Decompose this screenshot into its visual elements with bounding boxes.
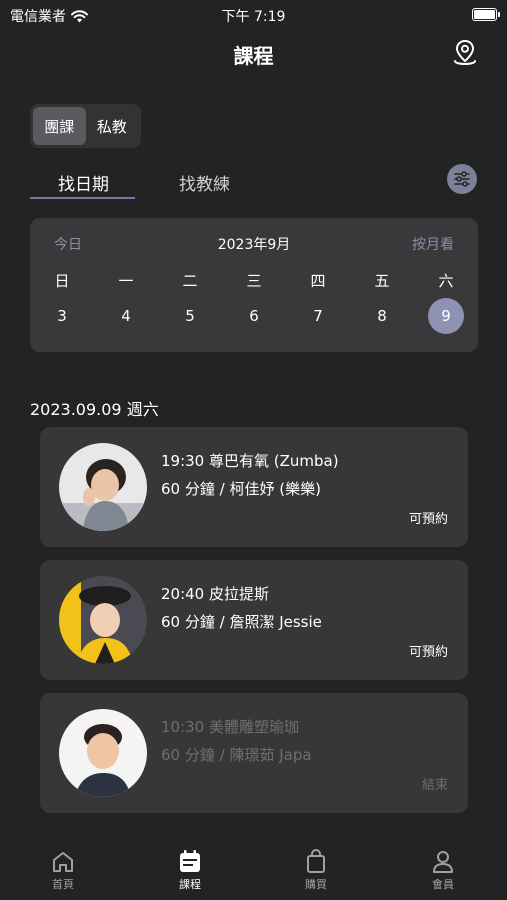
class-duration-coach: 60 分鐘 / 詹照潔 Jessie	[161, 613, 322, 631]
tab-underline	[30, 197, 135, 199]
tab-find-coach[interactable]: 找教練	[179, 170, 230, 195]
date-cell-selected[interactable]: 9	[428, 298, 464, 334]
date-cell[interactable]: 3	[44, 298, 80, 334]
calendar-icon	[180, 850, 200, 872]
battery-level	[474, 10, 495, 19]
class-time-title: 19:30 尊巴有氧 (Zumba)	[161, 452, 339, 470]
calendar-month-label: 2023年9月	[217, 237, 291, 253]
tab-purchase[interactable]: 購買	[286, 848, 346, 892]
class-status: 可預約	[408, 645, 448, 660]
filter-button[interactable]	[447, 164, 477, 194]
tab-home-label: 首頁	[52, 878, 74, 891]
segment-group-class[interactable]: 團課	[33, 107, 86, 145]
tab-courses[interactable]: 課程	[160, 848, 220, 892]
weekday-thu: 四	[310, 272, 326, 290]
sliders-icon	[454, 171, 470, 187]
home-icon	[53, 852, 73, 872]
weekday-fri: 五	[374, 272, 390, 290]
class-time-title: 10:30 美體雕塑瑜珈	[161, 718, 299, 736]
shopping-bag-icon	[307, 849, 325, 873]
class-duration-coach: 60 分鐘 / 陳璟茹 Japa	[161, 746, 312, 764]
status-bar: 電信業者 下午 7:19	[0, 0, 507, 30]
selected-date-heading: 2023.09.09 週六	[30, 400, 159, 419]
coach-avatar	[59, 576, 147, 664]
weekday-sat: 六	[438, 272, 454, 290]
segment-private-class[interactable]: 私教	[86, 107, 139, 145]
coach-avatar	[59, 709, 147, 797]
class-time-title: 20:40 皮拉提斯	[161, 585, 269, 603]
date-cell[interactable]: 5	[172, 298, 208, 334]
class-card[interactable]: 19:30 尊巴有氧 (Zumba) 60 分鐘 / 柯佳妤 (樂樂) 可預約	[40, 427, 468, 547]
date-cell[interactable]: 8	[364, 298, 400, 334]
date-cell[interactable]: 6	[236, 298, 272, 334]
tab-find-date[interactable]: 找日期	[30, 170, 137, 195]
week-calendar: 今日 2023年9月 按月看 日 一 二 三 四 五 六 3 4 5 6 7 8…	[30, 218, 478, 352]
weekday-tue: 二	[182, 272, 198, 290]
tab-purchase-label: 購買	[305, 878, 327, 891]
tab-home[interactable]: 首頁	[33, 848, 93, 892]
tab-member-label: 會員	[432, 878, 454, 891]
class-card[interactable]: 20:40 皮拉提斯 60 分鐘 / 詹照潔 Jessie 可預約	[40, 560, 468, 680]
date-cell[interactable]: 4	[108, 298, 144, 334]
weekday-wed: 三	[246, 272, 262, 290]
class-status: 結束	[421, 778, 448, 793]
date-cell[interactable]: 7	[300, 298, 336, 334]
battery-icon	[472, 8, 500, 21]
location-pin-icon	[454, 39, 476, 65]
class-duration-coach: 60 分鐘 / 柯佳妤 (樂樂)	[161, 480, 321, 498]
view-by-month-button[interactable]: 按月看	[412, 234, 454, 254]
tab-courses-label: 課程	[179, 878, 201, 891]
class-type-segment: 團課 私教	[30, 104, 141, 148]
clock: 下午 7:19	[221, 9, 286, 25]
coach-avatar	[59, 443, 147, 531]
location-button[interactable]	[451, 38, 479, 68]
class-status: 可預約	[408, 512, 448, 527]
weekday-sun: 日	[54, 272, 70, 290]
person-icon	[433, 851, 453, 873]
search-tabs: 找日期 找教練	[30, 164, 477, 202]
class-card[interactable]: 10:30 美體雕塑瑜珈 60 分鐘 / 陳璟茹 Japa 結束	[40, 693, 468, 813]
bottom-tab-bar: 首頁 課程 購買 會員	[0, 840, 507, 900]
weekday-mon: 一	[118, 272, 134, 290]
page-title: 課程	[233, 44, 274, 68]
tab-member[interactable]: 會員	[413, 848, 473, 892]
